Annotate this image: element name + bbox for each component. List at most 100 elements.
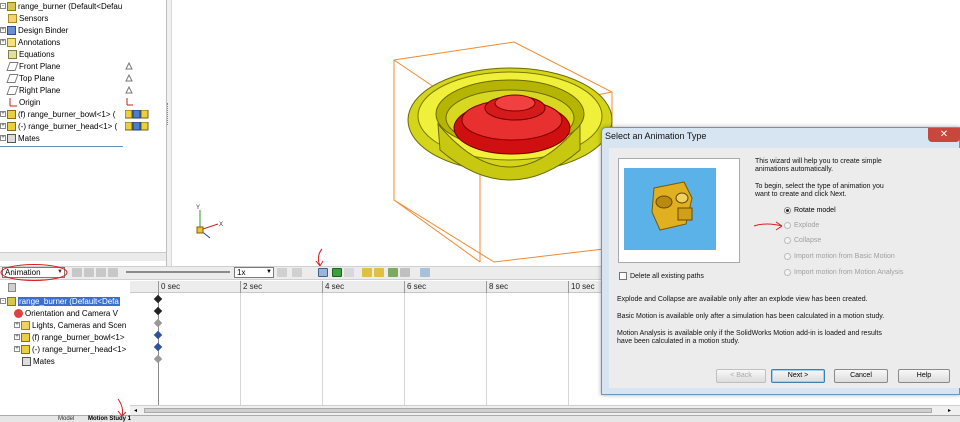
- expand-toggle[interactable]: +: [0, 111, 6, 117]
- motor-icon[interactable]: [362, 268, 372, 277]
- tree-item-label: range_burner (Default<Defa: [18, 296, 120, 306]
- dialog-note: have been calculated in a motion study.: [617, 338, 740, 345]
- visibility-icon[interactable]: [125, 85, 133, 94]
- component-icon: [7, 109, 16, 119]
- tree-item-label: Front Plane: [19, 61, 61, 71]
- tree-item-sensors[interactable]: Sensors: [8, 12, 48, 24]
- expand-toggle[interactable]: +: [14, 322, 20, 328]
- folder-icon: [8, 13, 17, 23]
- tree-display-column: [123, 0, 149, 146]
- radio-import-motion-analysis[interactable]: Import motion from Motion Analysis: [784, 269, 903, 276]
- scroll-left-icon[interactable]: ◂: [134, 407, 137, 414]
- expand-toggle[interactable]: -: [0, 3, 6, 9]
- animation-wizard-icon[interactable]: [318, 268, 328, 277]
- filter-icon[interactable]: [8, 283, 16, 292]
- scroll-thumb[interactable]: [144, 408, 932, 413]
- keypoint[interactable]: [153, 330, 163, 340]
- expand-toggle[interactable]: -: [0, 298, 6, 304]
- radio-explode[interactable]: Explode: [784, 222, 819, 229]
- tree-item-root[interactable]: - range_burner (Default<Defau: [0, 0, 122, 12]
- play-from-start-icon[interactable]: [84, 268, 94, 277]
- help-button[interactable]: Help: [898, 369, 950, 383]
- cancel-button[interactable]: Cancel: [834, 369, 888, 383]
- back-button[interactable]: < Back: [716, 369, 766, 383]
- expand-toggle[interactable]: +: [0, 123, 6, 129]
- splitter-grip[interactable]: [167, 103, 171, 125]
- tree-item-head[interactable]: + (-) range_burner_head<1> (: [0, 120, 117, 132]
- tab-model[interactable]: Model: [58, 416, 74, 422]
- component-icon: [21, 332, 30, 342]
- dialog-title: Select an Animation Type: [605, 131, 707, 141]
- save-animation-icon[interactable]: [292, 268, 302, 277]
- expand-toggle[interactable]: +: [14, 346, 20, 352]
- tree-item-front-plane[interactable]: Front Plane: [6, 60, 61, 72]
- svg-text:Y: Y: [196, 205, 200, 211]
- keypoint[interactable]: [153, 294, 163, 304]
- expand-toggle[interactable]: +: [14, 334, 20, 340]
- gravity-icon[interactable]: [400, 268, 410, 277]
- contact-icon[interactable]: [388, 268, 398, 277]
- checkbox-label: Delete all existing paths: [630, 272, 704, 280]
- mates-icon: [22, 356, 31, 366]
- tree-item-annotations[interactable]: + Annotations: [0, 36, 60, 48]
- radio-dot[interactable]: [784, 237, 791, 244]
- radio-rotate-model[interactable]: Rotate model: [784, 207, 836, 214]
- visibility-icon[interactable]: [125, 73, 133, 82]
- scroll-right-icon[interactable]: ▸: [948, 407, 951, 414]
- radio-import-basic-motion[interactable]: Import motion from Basic Motion: [784, 253, 895, 260]
- pane-scrollbar[interactable]: [0, 252, 166, 261]
- speed-value: 1x: [237, 268, 246, 277]
- visibility-icon[interactable]: [125, 61, 133, 70]
- timeline-scrollbar[interactable]: ◂ ▸: [130, 405, 960, 415]
- keypoint[interactable]: [153, 342, 163, 352]
- next-button[interactable]: Next >: [771, 369, 825, 383]
- add-key-icon[interactable]: [344, 268, 354, 277]
- close-icon[interactable]: ✕: [928, 128, 960, 142]
- expand-toggle[interactable]: +: [0, 27, 6, 33]
- radio-dot[interactable]: [784, 222, 791, 229]
- tree-item-design-binder[interactable]: + Design Binder: [0, 24, 68, 36]
- time-tick: 2 sec: [240, 281, 262, 293]
- tree-item-top-plane[interactable]: Top Plane: [6, 72, 55, 84]
- chevron-down-icon: ▼: [266, 269, 272, 275]
- keypoint[interactable]: [153, 306, 163, 316]
- radio-dot[interactable]: [784, 269, 791, 276]
- time-tick: 4 sec: [322, 281, 344, 293]
- motion-tree-item-head[interactable]: + (-) range_burner_head<1>: [14, 343, 126, 355]
- checkbox-box[interactable]: [619, 272, 627, 280]
- play-icon[interactable]: [96, 268, 106, 277]
- tree-item-equations[interactable]: Equations: [8, 48, 55, 60]
- stop-icon[interactable]: [108, 268, 118, 277]
- appearance-icons[interactable]: [124, 121, 149, 131]
- spring-icon[interactable]: [374, 268, 384, 277]
- autokey-icon[interactable]: [332, 268, 342, 277]
- motion-tree-item-mates[interactable]: Mates: [22, 355, 55, 367]
- playback-slider[interactable]: [126, 271, 230, 273]
- motion-tree-item-orientation[interactable]: Orientation and Camera V: [14, 307, 118, 319]
- expand-toggle[interactable]: +: [0, 39, 6, 45]
- expand-toggle[interactable]: +: [0, 135, 6, 141]
- tree-item-label: Annotations: [18, 37, 61, 47]
- motion-tree-item-bowl[interactable]: + (f) range_burner_bowl<1>: [14, 331, 125, 343]
- annotation-ellipse: [0, 264, 68, 281]
- tree-item-origin[interactable]: Origin: [8, 96, 40, 108]
- tree-item-bowl[interactable]: + (f) range_burner_bowl<1> (: [0, 108, 115, 120]
- plane-icon: [6, 73, 19, 83]
- appearance-icons[interactable]: [124, 109, 149, 119]
- playback-mode-icon[interactable]: [277, 268, 287, 277]
- radio-dot[interactable]: [784, 207, 791, 214]
- motion-tree-item-root[interactable]: - range_burner (Default<Defa: [0, 295, 120, 307]
- radio-collapse[interactable]: Collapse: [784, 237, 821, 244]
- tree-item-right-plane[interactable]: Right Plane: [6, 84, 60, 96]
- motion-tree-item-lights[interactable]: + Lights, Cameras and Scen: [14, 319, 126, 331]
- keypoint[interactable]: [153, 318, 163, 328]
- calculate-icon[interactable]: [72, 268, 82, 277]
- keypoint[interactable]: [153, 354, 163, 364]
- results-icon[interactable]: [420, 268, 430, 277]
- playback-speed-select[interactable]: 1x ▼: [234, 267, 274, 278]
- tree-item-label: Origin: [19, 97, 41, 107]
- tree-item-label: (-) range_burner_head<1> (: [18, 121, 118, 131]
- delete-paths-checkbox[interactable]: Delete all existing paths: [619, 272, 704, 281]
- tree-item-mates[interactable]: + Mates: [0, 132, 40, 144]
- radio-dot[interactable]: [784, 253, 791, 260]
